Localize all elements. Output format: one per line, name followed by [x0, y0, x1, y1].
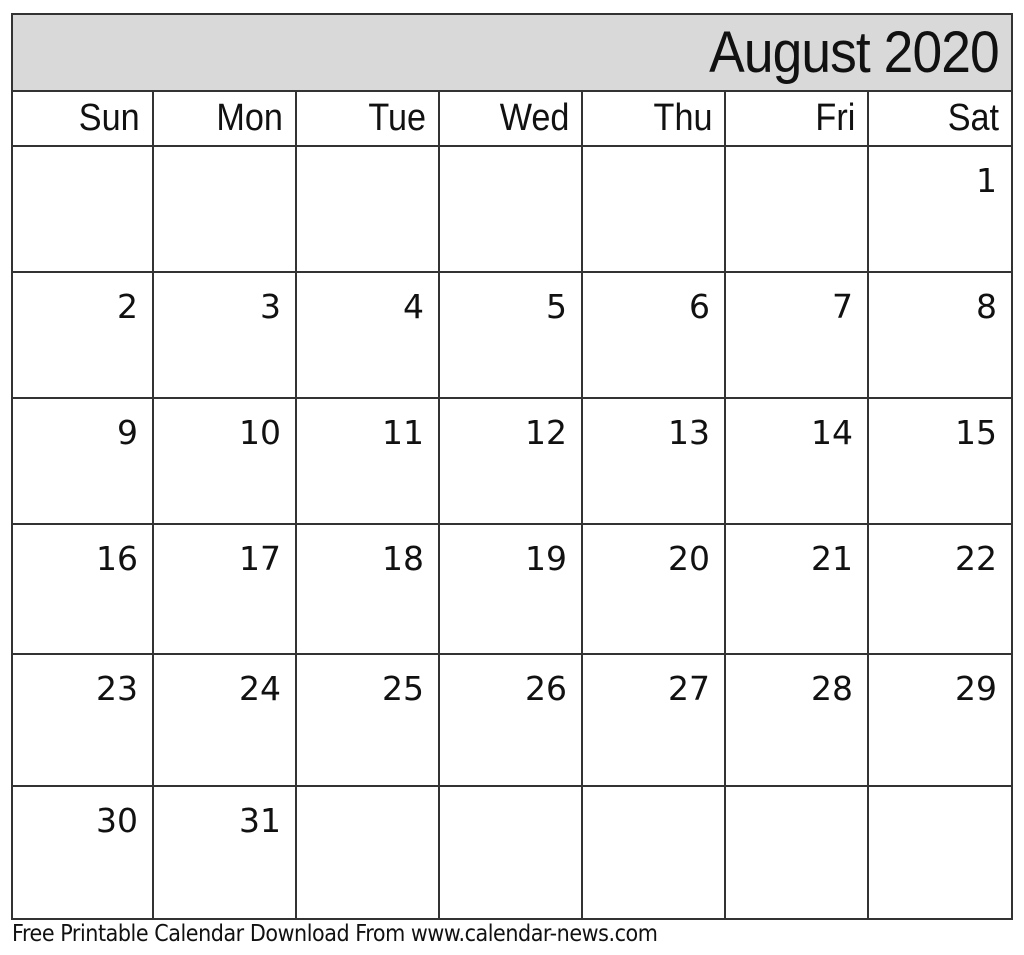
calendar-grid: Sun Mon Tue Wed Thu Fri Sat [13, 92, 1011, 147]
day-cell: 15 [869, 399, 1011, 525]
day-number: 26 [525, 669, 567, 708]
empty-day-cell [154, 147, 297, 273]
day-cell: 18 [297, 525, 440, 655]
day-number: 25 [382, 669, 424, 708]
empty-day-cell [726, 787, 869, 918]
day-cell: 4 [297, 273, 440, 399]
day-cell: 29 [869, 655, 1011, 787]
day-number: 1 [976, 161, 997, 200]
empty-day-cell [297, 147, 440, 273]
day-cell: 23 [13, 655, 154, 787]
day-number: 2 [117, 287, 138, 326]
day-number: 19 [525, 539, 567, 578]
footer-credit: Free Printable Calendar Download From ww… [12, 921, 658, 947]
day-cell: 16 [13, 525, 154, 655]
empty-day-cell [583, 147, 726, 273]
day-number: 20 [668, 539, 710, 578]
day-number: 11 [382, 413, 424, 452]
day-number: 9 [117, 413, 138, 452]
day-cell: 17 [154, 525, 297, 655]
day-number: 5 [546, 287, 567, 326]
day-number: 17 [239, 539, 281, 578]
day-cell: 28 [726, 655, 869, 787]
day-cell: 25 [297, 655, 440, 787]
day-cell: 6 [583, 273, 726, 399]
day-cell: 12 [440, 399, 583, 525]
day-number: 3 [260, 287, 281, 326]
weekday-header: Fri [726, 92, 869, 147]
weekday-header: Wed [440, 92, 583, 147]
empty-day-cell [869, 787, 1011, 918]
day-cell: 26 [440, 655, 583, 787]
day-cell: 19 [440, 525, 583, 655]
weekday-label: Wed [499, 97, 569, 139]
day-number: 18 [382, 539, 424, 578]
weekday-label: Tue [368, 97, 426, 139]
day-number: 29 [955, 669, 997, 708]
day-cell: 22 [869, 525, 1011, 655]
day-cell: 13 [583, 399, 726, 525]
day-cell: 27 [583, 655, 726, 787]
day-number: 24 [239, 669, 281, 708]
day-cell: 1 [869, 147, 1011, 273]
day-number: 28 [811, 669, 853, 708]
empty-day-cell [726, 147, 869, 273]
day-number: 6 [689, 287, 710, 326]
day-cell: 14 [726, 399, 869, 525]
day-number: 13 [668, 413, 710, 452]
day-cell: 11 [297, 399, 440, 525]
day-number: 14 [811, 413, 853, 452]
day-cell: 21 [726, 525, 869, 655]
weekday-header: Mon [154, 92, 297, 147]
weekday-label: Thu [653, 97, 712, 139]
calendar-title: August 2020 [709, 19, 999, 85]
calendar: August 2020 Sun Mon Tue Wed Thu Fri Sat … [11, 13, 1013, 920]
day-number: 12 [525, 413, 567, 452]
day-cell: 5 [440, 273, 583, 399]
day-cell: 8 [869, 273, 1011, 399]
day-cell: 31 [154, 787, 297, 918]
calendar-days: 1 2 3 4 5 6 7 8 9 10 11 12 13 14 15 16 17 18 19 20 21 22 23 24 2… [13, 147, 1011, 918]
empty-day-cell [440, 147, 583, 273]
day-number: 16 [96, 539, 138, 578]
day-number: 23 [96, 669, 138, 708]
weekday-header: Sun [13, 92, 154, 147]
day-number: 22 [955, 539, 997, 578]
empty-day-cell [583, 787, 726, 918]
weekday-label: Fri [815, 97, 855, 139]
day-cell: 7 [726, 273, 869, 399]
weekday-label: Sat [947, 97, 999, 139]
weekday-label: Sun [79, 97, 140, 139]
day-number: 31 [239, 801, 281, 840]
day-number: 10 [239, 413, 281, 452]
day-cell: 9 [13, 399, 154, 525]
calendar-header: August 2020 [13, 15, 1011, 92]
day-cell: 10 [154, 399, 297, 525]
day-cell: 30 [13, 787, 154, 918]
day-cell: 2 [13, 273, 154, 399]
day-number: 7 [832, 287, 853, 326]
day-number: 8 [976, 287, 997, 326]
day-cell: 24 [154, 655, 297, 787]
day-number: 15 [955, 413, 997, 452]
day-cell: 3 [154, 273, 297, 399]
day-number: 27 [668, 669, 710, 708]
day-number: 30 [96, 801, 138, 840]
weekday-header: Thu [583, 92, 726, 147]
day-number: 21 [811, 539, 853, 578]
empty-day-cell [13, 147, 154, 273]
weekday-header: Sat [869, 92, 1011, 147]
weekday-label: Mon [216, 97, 283, 139]
day-number: 4 [403, 287, 424, 326]
empty-day-cell [440, 787, 583, 918]
empty-day-cell [297, 787, 440, 918]
weekday-header: Tue [297, 92, 440, 147]
day-cell: 20 [583, 525, 726, 655]
